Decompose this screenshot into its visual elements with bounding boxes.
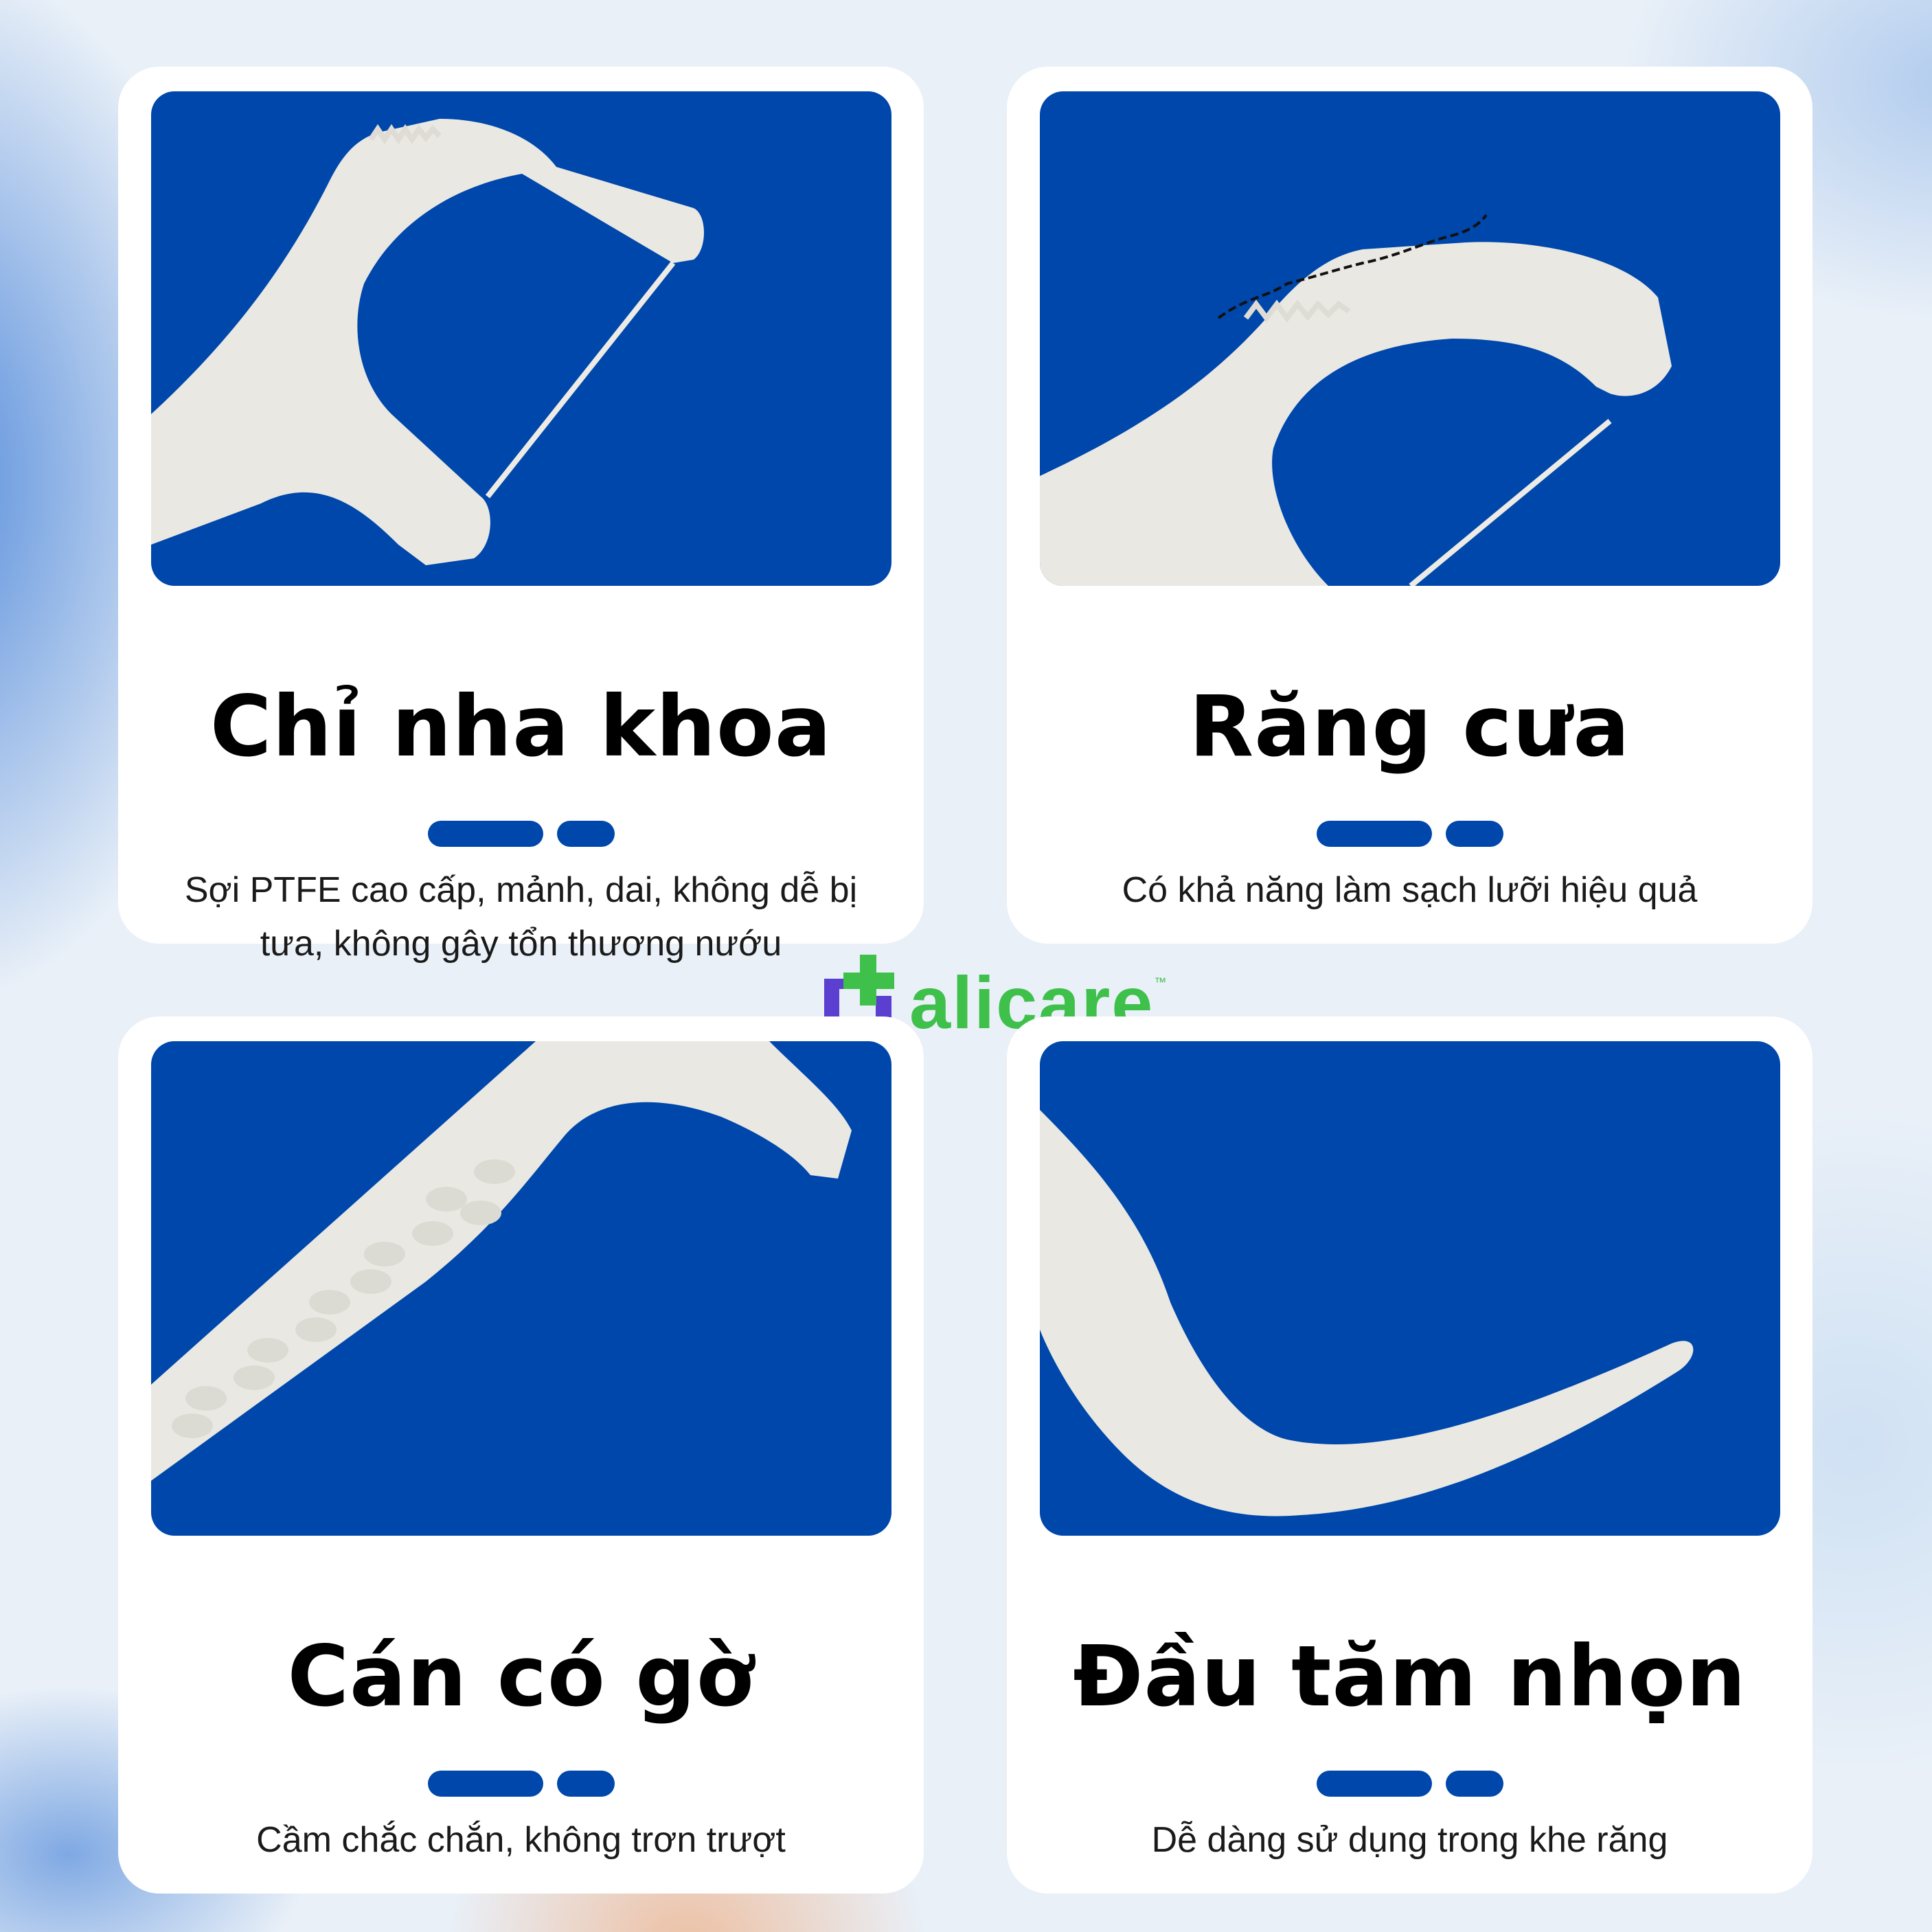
divider-pill-long [427, 1771, 543, 1797]
feature-card-serrated: Răng cưa Có khả năng làm sạch lưỡi hiệu … [1007, 67, 1812, 944]
divider-pill-long [1316, 1771, 1432, 1797]
feature-description: Cầm chắc chắn, không trơn trượt [256, 1820, 786, 1860]
title-divider [1007, 821, 1812, 847]
title-divider [118, 1771, 924, 1797]
floss-pick-illustration [1040, 214, 1672, 586]
feature-description: Có khả năng làm sạch lưỡi hiệu quả [1122, 870, 1698, 910]
feature-description: Dễ dàng sử dụng trong khe răng [1151, 1820, 1668, 1860]
divider-pill-short [556, 821, 615, 847]
feature-description: Sợi PTFE cao cấp, mảnh, dai, không dễ bị… [184, 870, 858, 964]
trademark-symbol: ™ [1154, 975, 1167, 989]
ridged-handle-photo [151, 1041, 891, 1536]
feature-title: Chỉ nha khoa [209, 678, 832, 775]
serrated-edge-photo [1040, 91, 1780, 586]
floss-pick-illustration [151, 119, 704, 565]
floss-string-photo [151, 91, 891, 586]
feature-title: Cán có gờ [287, 1628, 755, 1725]
title-divider [1007, 1771, 1812, 1797]
floss-pick-illustration [1040, 1110, 1694, 1516]
floss-pick-illustration [151, 1041, 852, 1481]
pointed-tip-photo [1040, 1041, 1780, 1536]
feature-title: Đầu tăm nhọn [1073, 1628, 1747, 1725]
title-divider [118, 821, 924, 847]
feature-card-floss: Chỉ nha khoa Sợi PTFE cao cấp, mảnh, dai… [118, 67, 924, 964]
feature-title: Răng cưa [1189, 678, 1630, 775]
divider-pill-long [427, 821, 543, 847]
divider-pill-short [1445, 1771, 1503, 1797]
divider-pill-short [556, 1771, 615, 1797]
feature-card-tip: Đầu tăm nhọn Dễ dàng sử dụng trong khe r… [1007, 1016, 1812, 1894]
feature-card-handle: Cán có gờ Cầm chắc chắn, không trơn trượ… [118, 1016, 924, 1894]
divider-pill-long [1316, 821, 1432, 847]
divider-pill-short [1445, 821, 1503, 847]
